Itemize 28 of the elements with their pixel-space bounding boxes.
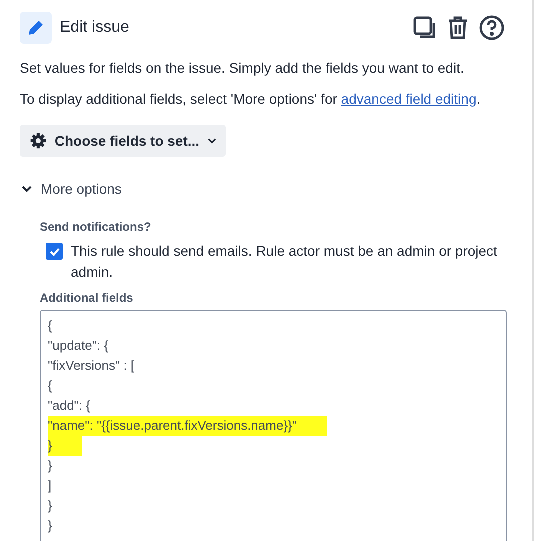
- trash-icon[interactable]: [447, 16, 469, 40]
- code-line: }: [48, 497, 54, 515]
- advanced-field-editing-link[interactable]: advanced field editing: [341, 91, 477, 107]
- panel-title: Edit issue: [60, 19, 130, 37]
- description-text: Set values for fields on the issue. Simply add the fields you want to edit.: [20, 60, 466, 77]
- code-line: {: [48, 377, 54, 395]
- code-line: "add": {: [48, 397, 92, 415]
- json-text-area[interactable]: { "update": { "fixVersions" : [ { "add": { "name": "{{issue.parent.fixVersions.name}}" } } ] } }: [40, 310, 507, 541]
- code-line: ]: [48, 477, 53, 495]
- checkbox-label: This rule should send emails. Rule actor must be an admin or project admin.: [71, 242, 498, 282]
- help-icon[interactable]: [479, 15, 505, 41]
- pencil-icon: [20, 12, 52, 44]
- code-line: }: [48, 517, 54, 535]
- checkmark-icon: [48, 246, 60, 258]
- chevron-down-icon: [208, 137, 216, 145]
- code-line: }: [48, 457, 54, 475]
- choose-fields-button[interactable]: Choose fields to set...: [20, 125, 226, 157]
- code-line: "fixVersions" : [: [48, 357, 136, 375]
- copy-icon[interactable]: [413, 16, 437, 40]
- chevron-down-icon: [22, 185, 32, 193]
- notifications-label: Send notifications?: [40, 220, 152, 234]
- advanced-note-text: To display additional fields, select 'More options' for advanced field editing.: [20, 91, 482, 108]
- gear-icon: [30, 131, 47, 151]
- code-line: "update": {: [48, 337, 110, 355]
- more-options-toggle[interactable]: More options: [20, 175, 122, 203]
- additional-fields-label: Additional fields: [40, 291, 134, 305]
- code-line: {: [48, 317, 54, 335]
- notifications-checkbox[interactable]: [46, 243, 63, 260]
